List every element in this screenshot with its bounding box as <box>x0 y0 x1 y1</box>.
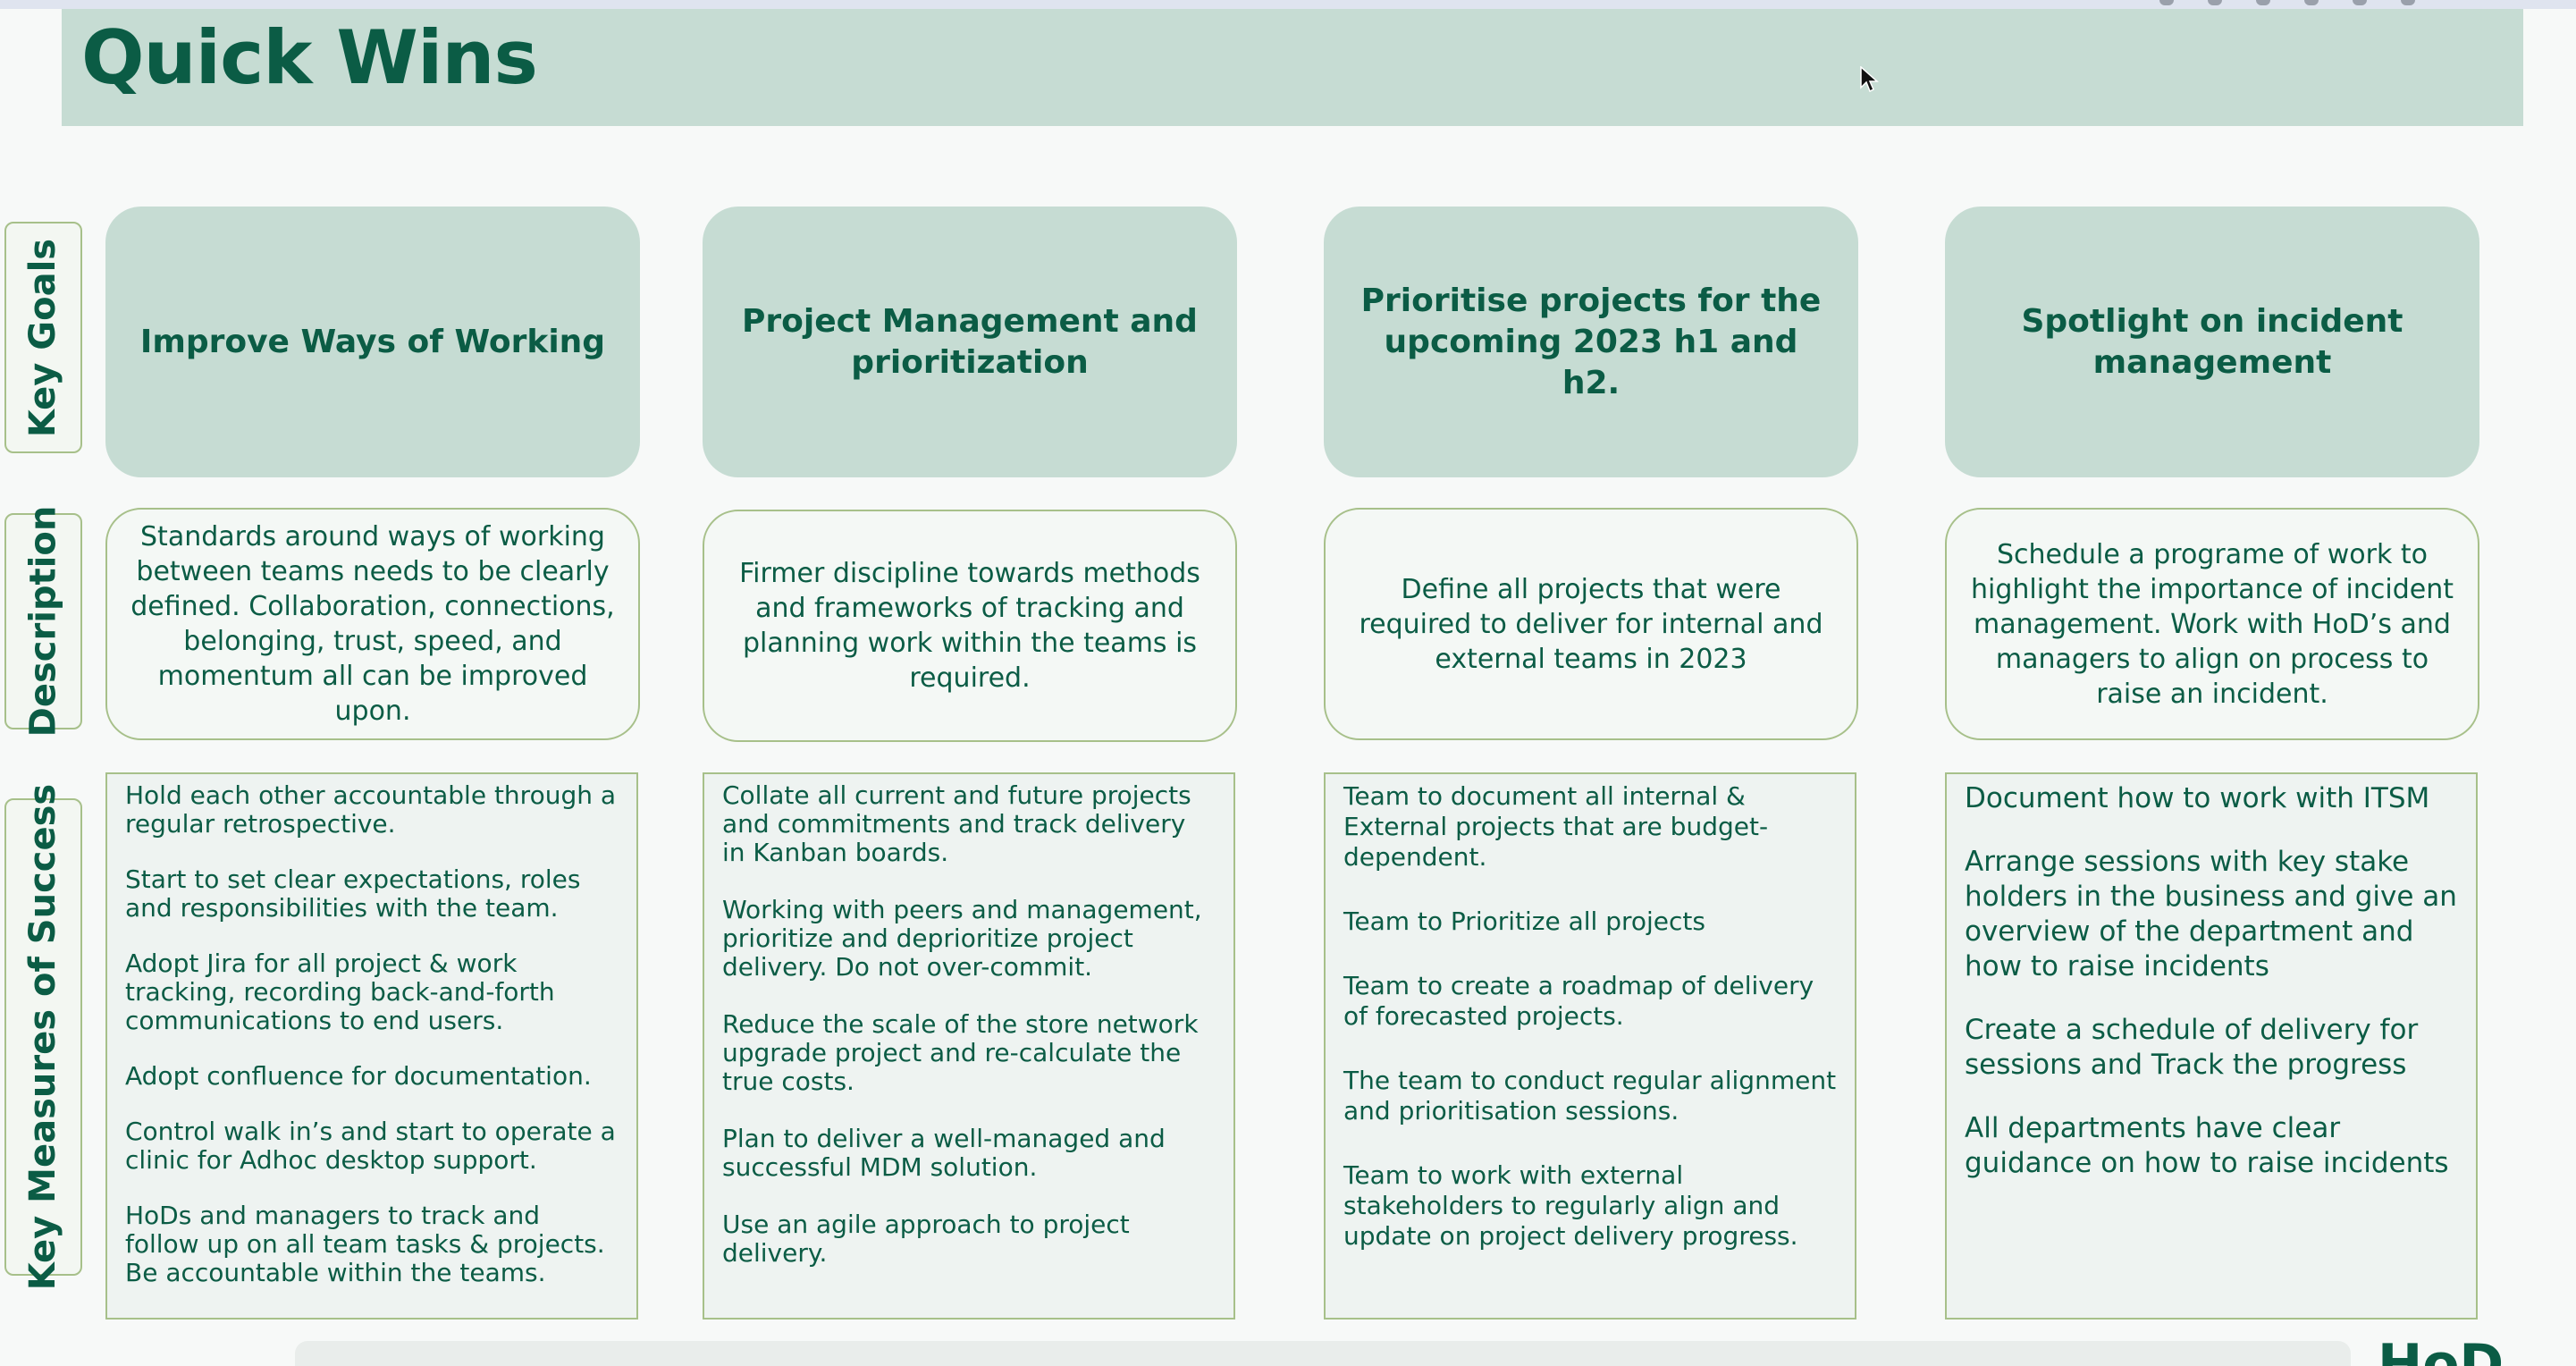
toolbar-icon[interactable] <box>2256 0 2270 5</box>
measure-item: Adopt confluence for documentation. <box>125 1061 592 1091</box>
row-label-text: Description <box>22 505 64 738</box>
measure-item: Collate all current and future projects … <box>722 780 1191 867</box>
description-text: Standards around ways of working between… <box>130 521 615 727</box>
measure-item: Team to Prioritize all projects <box>1343 906 1705 936</box>
top-toolbar-icons <box>2159 0 2415 9</box>
measure-item: Team to create a roadmap of delivery of … <box>1343 971 1814 1031</box>
measure-item: Hold each other accountable through a re… <box>125 780 617 839</box>
goal-card: Improve Ways of Working <box>105 207 640 477</box>
goal-card: Project Management and prioritization <box>703 207 1237 477</box>
measure-item: Document how to work with ITSM <box>1965 782 2430 814</box>
toolbar-icon[interactable] <box>2353 0 2367 5</box>
measure-item: Adopt Jira for all project & work tracki… <box>125 949 555 1035</box>
measure-item: Use an agile approach to project deliver… <box>722 1210 1130 1268</box>
description-text: Firmer discipline towards methods and fr… <box>739 558 1200 694</box>
measures-list: Hold each other accountable through a re… <box>125 781 619 1287</box>
goal-title: Prioritise projects for the upcoming 202… <box>1360 282 1822 401</box>
row-label-key-measures: Key Measures of Success <box>4 784 82 1290</box>
row-label-description: Description <box>4 506 82 737</box>
goal-card: Spotlight on incident management <box>1945 207 2479 477</box>
measure-item: Arrange sessions with key stake holders … <box>1965 846 2457 982</box>
measure-item: Team to work with external stakeholders … <box>1343 1160 1798 1251</box>
slide-title: Quick Wins <box>81 14 538 101</box>
measure-item: HoDs and managers to track and follow up… <box>125 1201 605 1287</box>
measures-box: Collate all current and future projects … <box>703 772 1235 1320</box>
measure-item: Create a schedule of delivery for sessio… <box>1965 1014 2419 1081</box>
mouse-cursor-icon <box>1860 66 1879 93</box>
toolbar-icon[interactable] <box>2304 0 2319 5</box>
toolbar-icon[interactable] <box>2401 0 2415 5</box>
toolbar-icon[interactable] <box>2208 0 2222 5</box>
row-label-text: Key Measures of Success <box>22 783 64 1291</box>
goal-title: Project Management and prioritization <box>742 302 1198 381</box>
measure-item: All departments have clear guidance on h… <box>1965 1112 2449 1179</box>
measure-item: The team to conduct regular alignment an… <box>1343 1066 1837 1126</box>
measure-item: Team to document all internal & External… <box>1343 781 1769 872</box>
measure-item: Start to set clear expectations, roles a… <box>125 864 581 923</box>
toolbar-icon[interactable] <box>2159 0 2174 5</box>
description-text: Schedule a programe of work to highlight… <box>1970 538 2454 710</box>
measures-box: Document how to work with ITSM Arrange s… <box>1945 772 2478 1320</box>
row-label-key-goals: Key Goals <box>4 222 82 453</box>
measures-box: Team to document all internal & External… <box>1324 772 1856 1320</box>
company-logo: HoD <box>2378 1337 2504 1366</box>
goal-title: Improve Ways of Working <box>139 323 606 360</box>
measure-item: Plan to deliver a well-managed and succe… <box>722 1124 1166 1182</box>
description-text: Define all projects that were required t… <box>1359 573 1823 675</box>
goal-title: Spotlight on incident management <box>2021 302 2403 381</box>
goal-card: Prioritise projects for the upcoming 202… <box>1324 207 1858 477</box>
measures-list: Document how to work with ITSM Arrange s… <box>1965 781 2458 1181</box>
description-card: Standards around ways of working between… <box>105 508 640 740</box>
description-card: Define all projects that were required t… <box>1324 508 1858 740</box>
row-label-text: Key Goals <box>22 238 64 437</box>
description-card: Schedule a programe of work to highlight… <box>1945 508 2479 740</box>
description-card: Firmer discipline towards methods and fr… <box>703 510 1237 742</box>
measures-box: Hold each other accountable through a re… <box>105 772 638 1320</box>
measures-list: Team to document all internal & External… <box>1343 781 1837 1252</box>
bottom-shadow <box>295 1341 2351 1366</box>
measure-item: Reduce the scale of the store network up… <box>722 1009 1199 1096</box>
measure-item: Working with peers and management, prior… <box>722 895 1202 982</box>
measure-item: Control walk in’s and start to operate a… <box>125 1117 616 1175</box>
measures-list: Collate all current and future projects … <box>722 781 1216 1268</box>
title-banner: Quick Wins <box>62 9 2523 126</box>
